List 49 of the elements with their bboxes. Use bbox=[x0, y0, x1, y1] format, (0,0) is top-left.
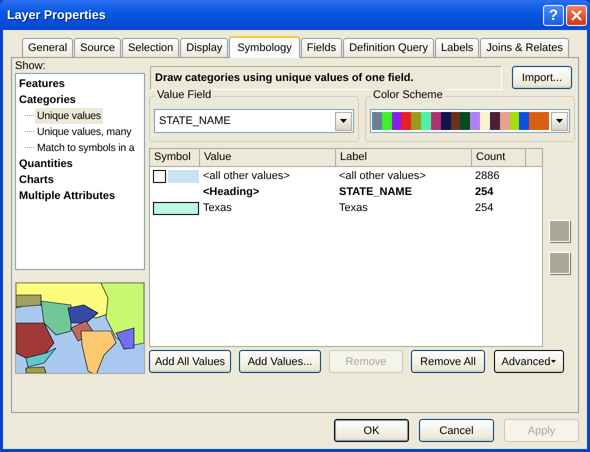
column-header[interactable]: Symbol bbox=[150, 149, 200, 167]
value-cell-text: <all other values> bbox=[202, 169, 291, 184]
button[interactable]: Remove All bbox=[411, 350, 485, 373]
count-cell-text: 2886 bbox=[474, 169, 500, 184]
caret-icon bbox=[551, 360, 556, 364]
tab[interactable]: Selection bbox=[122, 38, 180, 57]
button[interactable]: Cancel bbox=[419, 419, 494, 442]
tree-item[interactable]: Unique values, many bbox=[35, 124, 134, 140]
close-button[interactable] bbox=[566, 4, 587, 26]
count-cell-text: 254 bbox=[474, 201, 494, 216]
button[interactable]: Add All Values bbox=[149, 350, 231, 373]
column-header[interactable]: Label bbox=[336, 149, 472, 167]
value-field-dropdown[interactable]: STATE_NAME bbox=[154, 109, 354, 133]
tab[interactable]: Joins & Relates bbox=[480, 38, 569, 57]
close-icon bbox=[571, 10, 582, 20]
show-label: Show: bbox=[15, 59, 47, 73]
value-cell-text: <Heading> bbox=[202, 185, 260, 200]
window-title: Layer Properties bbox=[6, 8, 107, 22]
tab[interactable]: Definition Query bbox=[343, 38, 434, 57]
button[interactable]: Import... bbox=[512, 66, 572, 89]
tree-item[interactable]: Categories bbox=[19, 92, 141, 108]
button[interactable]: Add Values... bbox=[239, 350, 321, 373]
column-header[interactable]: Count bbox=[472, 149, 526, 167]
dropdown-arrow-icon bbox=[340, 119, 347, 123]
count-cell-text: 254 bbox=[474, 185, 494, 200]
dropdown-arrow-icon bbox=[556, 119, 563, 123]
tab[interactable]: Labels bbox=[434, 38, 480, 57]
tree-item[interactable]: Match to symbols in a bbox=[35, 140, 136, 156]
column-header[interactable]: Value bbox=[200, 149, 336, 167]
label-cell-text: STATE_NAME bbox=[338, 185, 413, 200]
color-scheme-dropdown[interactable] bbox=[370, 109, 570, 133]
value-cell-text: Texas bbox=[202, 201, 233, 216]
tab[interactable]: Fields bbox=[300, 38, 342, 57]
tree-item[interactable]: Charts bbox=[19, 172, 141, 188]
button[interactable]: Advanced bbox=[494, 350, 564, 373]
tab[interactable]: Display bbox=[180, 38, 228, 57]
tree-item[interactable]: Unique values bbox=[35, 108, 103, 124]
tab[interactable]: Symbology bbox=[229, 36, 300, 58]
label-cell-text: <all other values> bbox=[338, 169, 427, 184]
tree-item[interactable]: Quantities bbox=[19, 156, 141, 172]
tab[interactable]: General bbox=[22, 38, 74, 57]
tree-item[interactable]: Features bbox=[19, 76, 141, 92]
group-label: Color Scheme bbox=[371, 89, 445, 101]
tab[interactable]: Source bbox=[74, 38, 121, 57]
tree-item[interactable]: Multiple Attributes bbox=[19, 188, 141, 204]
help-button[interactable]: ? bbox=[543, 4, 564, 26]
label-cell-text: Texas bbox=[338, 201, 369, 216]
button[interactable]: OK bbox=[334, 419, 409, 442]
group-label: Value Field bbox=[155, 89, 214, 101]
